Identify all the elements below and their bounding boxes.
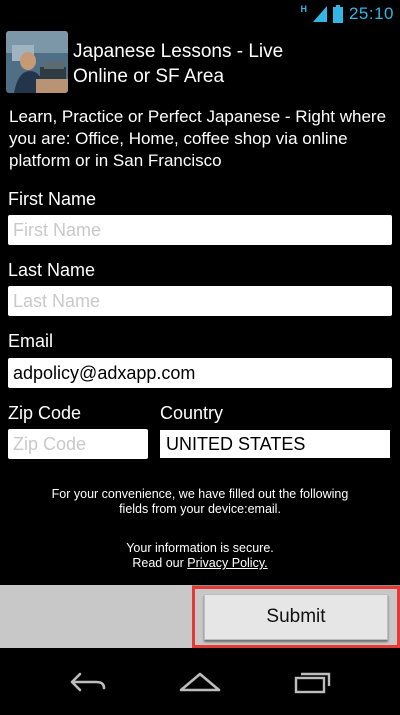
recent-apps-button[interactable] xyxy=(272,660,352,704)
last-name-label: Last Name xyxy=(8,260,96,280)
prefill-note-line-1: For your convenience, we have filled out… xyxy=(51,487,349,501)
ad-title: Japanese Lessons - Live Online or SF Are… xyxy=(73,39,393,89)
email-label: Email xyxy=(8,331,54,351)
ad-header[interactable]: Japanese Lessons - Live Online or SF Are… xyxy=(6,31,394,93)
battery-icon xyxy=(332,5,343,23)
submit-highlight-frame: Submit xyxy=(192,586,400,648)
submit-bar-left xyxy=(0,585,192,648)
submit-button[interactable]: Submit xyxy=(204,594,388,640)
ad-title-line-2: Online or SF Area xyxy=(73,66,225,87)
country-select[interactable]: UNITED STATES xyxy=(160,430,390,458)
last-name-input[interactable] xyxy=(8,286,392,316)
zip-code-input[interactable] xyxy=(8,429,148,459)
prefill-note-line-2: fields from your device:email. xyxy=(119,502,281,516)
ad-description: Learn, Practice or Perfect Japanese - Ri… xyxy=(9,107,387,170)
email-input[interactable] xyxy=(8,358,392,388)
signal-icon xyxy=(312,6,327,22)
secure-text: Your information is secure. xyxy=(126,541,274,555)
security-note: Your information is secure. Read our Pri… xyxy=(0,541,400,571)
ad-title-line-1: Japanese Lessons - Live xyxy=(73,41,284,62)
submit-bar: Submit xyxy=(0,585,400,648)
read-our-text: Read our xyxy=(132,556,188,570)
network-type-label: H xyxy=(300,4,307,14)
home-icon xyxy=(179,672,221,692)
privacy-policy-link[interactable]: Privacy Policy. xyxy=(187,556,267,570)
navigation-bar xyxy=(0,648,400,715)
back-icon xyxy=(70,672,106,692)
zip-code-label: Zip Code xyxy=(8,403,82,423)
status-bar: H 25:10 xyxy=(0,0,400,28)
country-label: Country xyxy=(160,403,224,423)
recent-apps-icon xyxy=(294,672,331,694)
first-name-label: First Name xyxy=(8,189,97,209)
back-button[interactable] xyxy=(48,660,128,704)
first-name-input[interactable] xyxy=(8,215,392,245)
ad-thumbnail-image[interactable] xyxy=(6,31,68,93)
status-time: 25:10 xyxy=(348,4,394,23)
status-icons: H 25:10 xyxy=(300,4,394,24)
privacy-line: Read our Privacy Policy. xyxy=(0,556,400,571)
home-button[interactable] xyxy=(160,660,240,704)
prefill-note: For your convenience, we have filled out… xyxy=(0,487,400,517)
